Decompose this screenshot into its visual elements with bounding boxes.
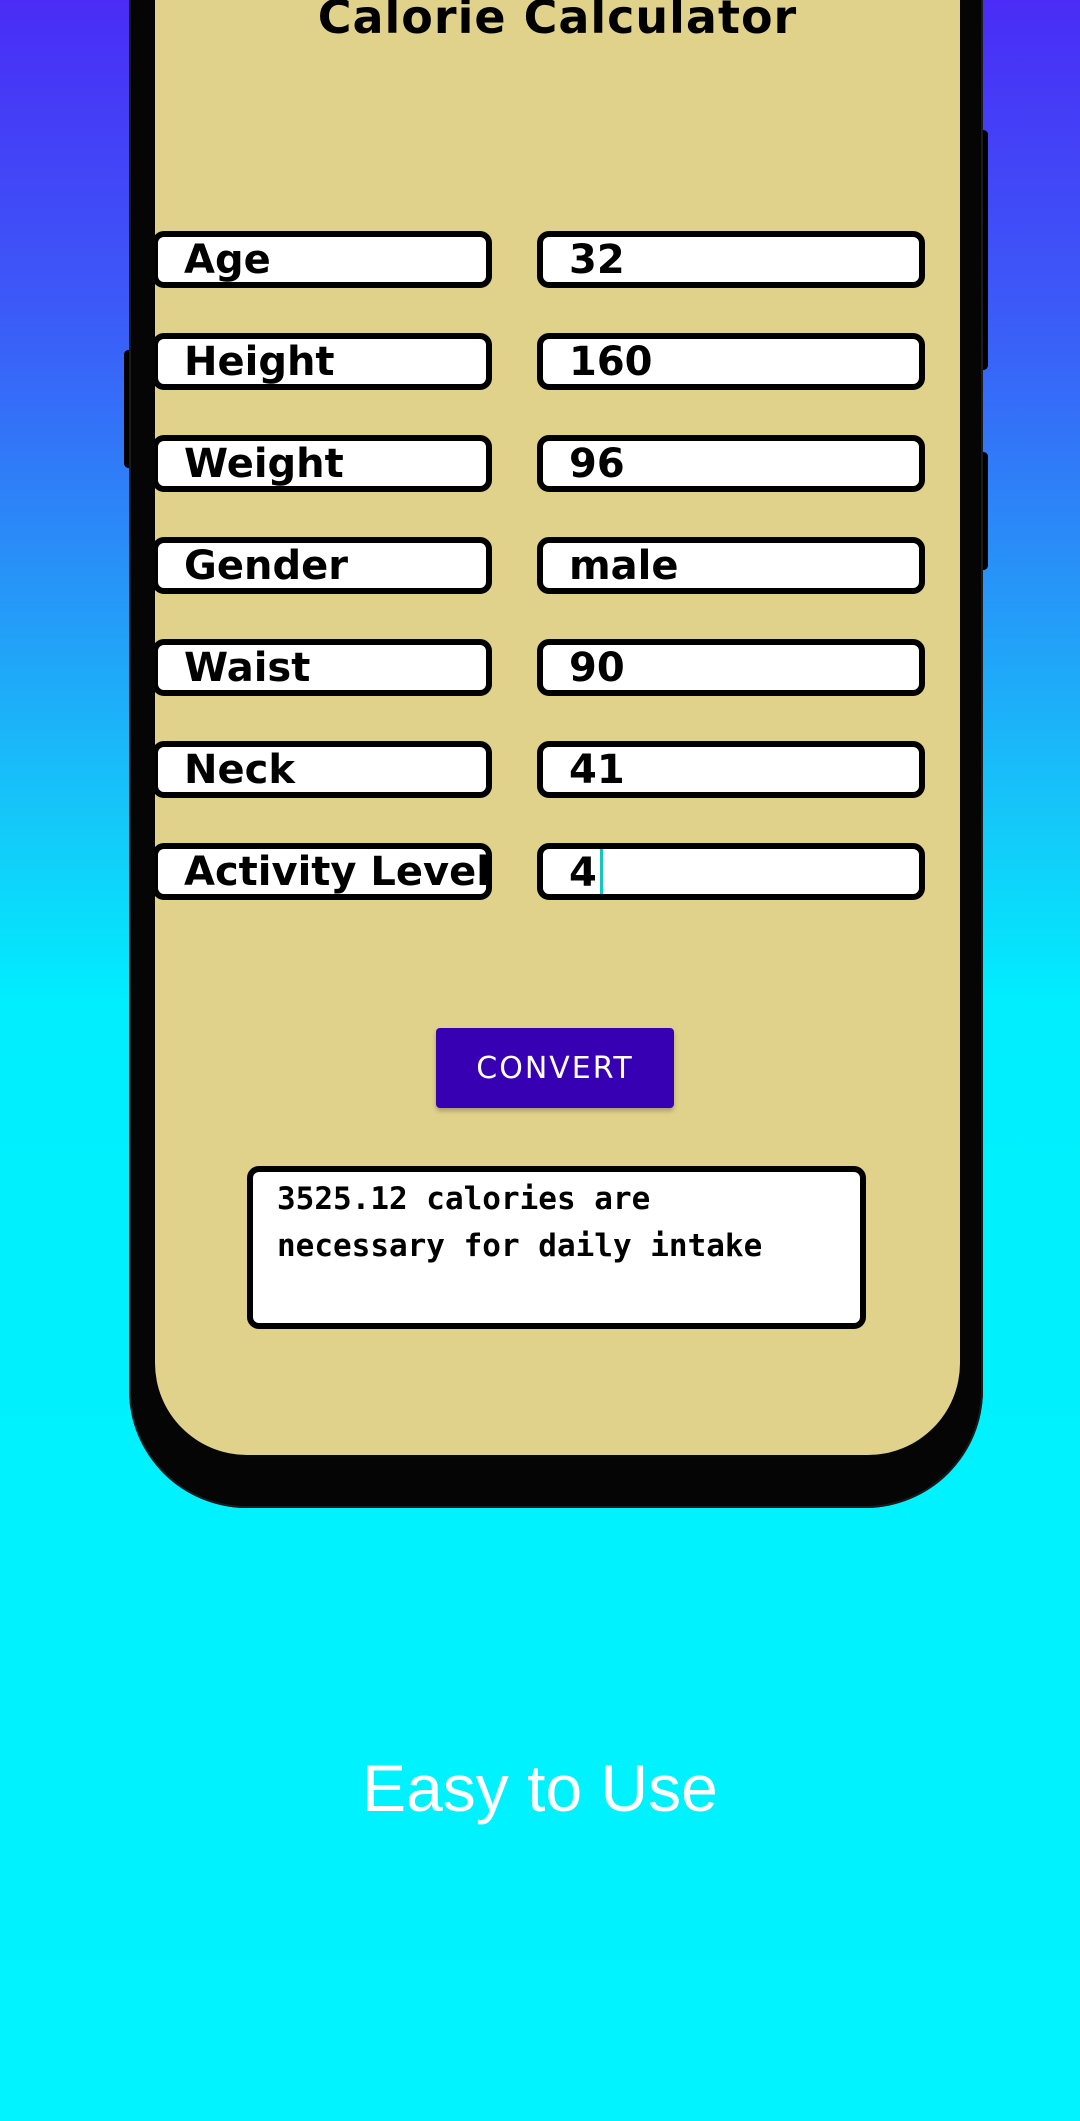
gender-input[interactable]: male [537,537,925,594]
waist-label: Waist [155,639,492,696]
activity-level-input[interactable]: 4 [537,843,925,900]
app-screen: Calorie Calculator Age 32 Height 160 Wei… [155,0,960,1455]
tagline: Easy to Use [362,1751,718,1825]
waist-input[interactable]: 90 [537,639,925,696]
gender-label: Gender [155,537,492,594]
activity-level-value: 4 [569,850,597,896]
text-cursor [599,849,603,894]
height-label: Height [155,333,492,390]
activity-level-label: Activity Level [155,843,492,900]
app-title: Calorie Calculator [317,0,798,44]
age-input[interactable]: 32 [537,231,925,288]
weight-label: Weight [155,435,492,492]
weight-input[interactable]: 96 [537,435,925,492]
height-input[interactable]: 160 [537,333,925,390]
convert-button[interactable]: CONVERT [436,1028,674,1108]
result-text-box: 3525.12 calories are necessary for daily… [247,1166,866,1329]
neck-label: Neck [155,741,492,798]
neck-input[interactable]: 41 [537,741,925,798]
age-label: Age [155,231,492,288]
